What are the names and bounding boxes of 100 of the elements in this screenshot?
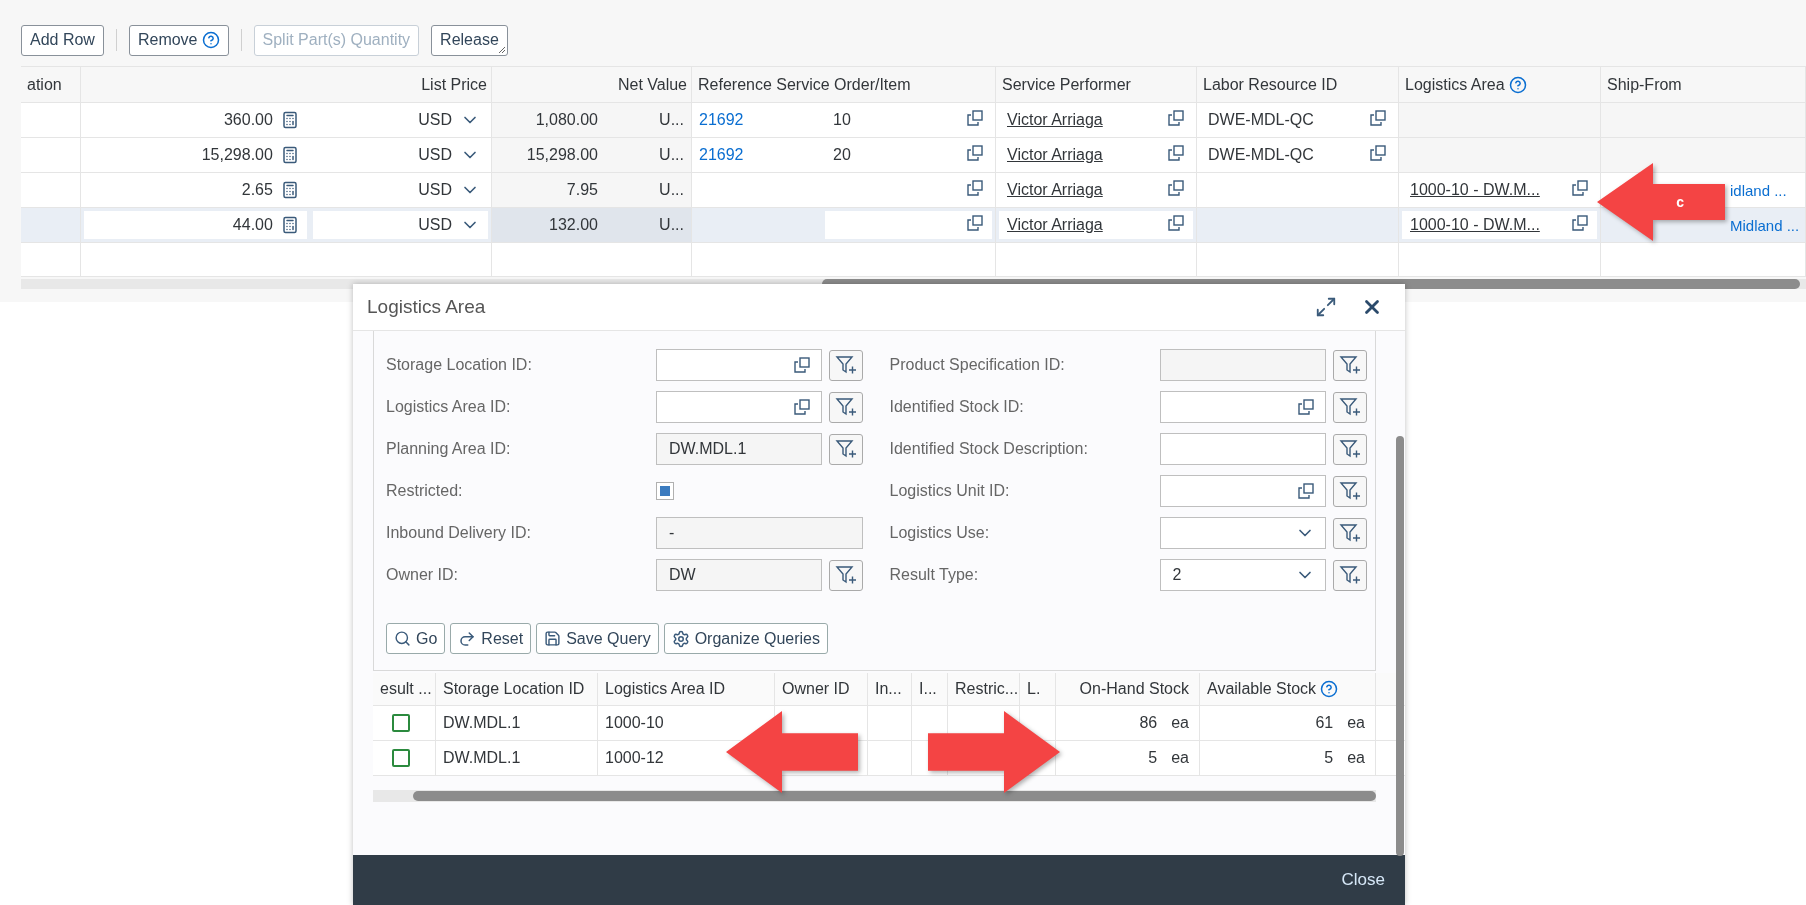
logistics-area-link[interactable]: 1000-10 - DW.M...	[1410, 216, 1540, 234]
input-field[interactable]	[1159, 433, 1326, 465]
currency-dropdown[interactable]: USD	[312, 211, 488, 239]
value-help-icon[interactable]	[966, 179, 984, 197]
performer-link[interactable]: Victor Arriaga	[1007, 181, 1103, 199]
table-row[interactable]: 44.00 USD 132.00 U... Victor Arriaga 1000-10 - DW.M... Midland ...	[21, 208, 1806, 243]
value-help-icon[interactable]	[793, 356, 811, 374]
calculator-icon	[280, 216, 299, 234]
add-filter-icon	[1338, 480, 1361, 502]
add-filter-icon	[1338, 354, 1361, 376]
filter-button[interactable]	[829, 391, 863, 423]
column-header: Restric...	[955, 680, 1019, 698]
filter-button[interactable]	[1332, 391, 1367, 423]
query-button[interactable]: Go	[386, 623, 446, 654]
currency-dropdown[interactable]: USD	[312, 141, 488, 169]
logistics-area-field[interactable]: 1000-10 - DW.M...	[1402, 176, 1597, 204]
input-field[interactable]	[656, 391, 822, 423]
value-help-icon[interactable]	[966, 214, 984, 232]
filter-button[interactable]	[829, 559, 863, 591]
corner-icon	[498, 46, 505, 53]
help-icon[interactable]	[1508, 75, 1527, 94]
calculator-icon	[280, 181, 299, 199]
labor-resource-field[interactable]: DWE-MDL-QC	[1200, 106, 1395, 134]
scrollbar-thumb[interactable]	[413, 791, 1376, 801]
value-help-icon[interactable]	[793, 398, 811, 416]
filter-button[interactable]	[1332, 349, 1367, 381]
result-checkbox[interactable]	[392, 749, 410, 767]
performer-field[interactable]: Victor Arriaga	[999, 211, 1193, 239]
order-link[interactable]: 21692	[699, 111, 744, 128]
value-help-icon[interactable]	[1571, 214, 1589, 232]
currency-dropdown[interactable]: USD	[312, 176, 488, 204]
value-help-icon[interactable]	[966, 144, 984, 162]
value-help-icon[interactable]	[1167, 109, 1185, 127]
add-filter-icon	[1338, 522, 1361, 544]
filter-button[interactable]	[1332, 559, 1367, 591]
field-label: Logistics Area ID:	[386, 398, 512, 416]
query-button[interactable]: Reset	[450, 623, 532, 654]
currency-dropdown[interactable]: USD	[312, 106, 488, 134]
add-filter-icon	[1338, 564, 1361, 586]
query-button[interactable]: Save Query	[536, 623, 659, 654]
labor-resource-field[interactable]: DWE-MDL-QC	[1200, 141, 1395, 169]
item-field[interactable]: 20	[825, 141, 992, 169]
net-value-text: 1,080.00	[535, 111, 598, 129]
performer-field[interactable]: Victor Arriaga	[999, 176, 1193, 204]
query-button[interactable]: Organize Queries	[663, 623, 828, 654]
logistics-area-field[interactable]: 1000-10 - DW.M...	[1402, 211, 1597, 239]
field-label: Storage Location ID:	[386, 356, 533, 374]
input-field[interactable]	[1159, 475, 1326, 507]
value-help-icon[interactable]	[1571, 179, 1589, 197]
toolbar-button[interactable]: Add Row	[21, 24, 104, 56]
value-help-icon[interactable]	[1296, 482, 1315, 500]
filter-button[interactable]	[1332, 433, 1367, 465]
restricted-checkbox[interactable]	[656, 482, 674, 500]
value-help-icon[interactable]	[1167, 144, 1185, 162]
expand-icon[interactable]	[1315, 296, 1337, 318]
filter-button[interactable]	[829, 433, 863, 465]
table-row[interactable]: 15,298.00 USD 15,298.00 U... 21692 20 Victor Arriaga DWE-MDL-QC	[21, 138, 1806, 173]
input-field[interactable]	[1159, 391, 1326, 423]
dropdown-field[interactable]: 2	[1159, 559, 1326, 591]
performer-link[interactable]: Victor Arriaga	[1007, 111, 1103, 129]
order-link[interactable]: 21692	[699, 146, 744, 163]
toolbar-button[interactable]: Release	[431, 24, 508, 56]
amount-field[interactable]: 360.00	[84, 106, 307, 134]
column-header: L.	[1027, 680, 1041, 698]
field-label: Inbound Delivery ID:	[386, 524, 532, 542]
value-help-icon[interactable]	[1296, 398, 1315, 416]
value-help-icon[interactable]	[1167, 214, 1185, 232]
value-help-icon[interactable]	[1369, 144, 1387, 162]
performer-link[interactable]: Victor Arriaga	[1007, 146, 1103, 164]
performer-field[interactable]: Victor Arriaga	[999, 141, 1193, 169]
input-field[interactable]	[656, 349, 822, 381]
amount-field[interactable]: 2.65	[84, 176, 307, 204]
ship-from-link[interactable]: Midland ...	[1730, 216, 1800, 234]
scrollbar-thumb[interactable]	[1396, 436, 1404, 856]
filter-button[interactable]	[1332, 475, 1367, 507]
logistics-area-link[interactable]: 1000-10 - DW.M...	[1410, 181, 1540, 199]
item-field[interactable]: 10	[825, 106, 992, 134]
toolbar-button[interactable]: Remove	[128, 24, 229, 56]
value-help-icon[interactable]	[1369, 109, 1387, 127]
help-icon[interactable]	[201, 31, 220, 49]
dropdown-field[interactable]	[1159, 517, 1326, 549]
item-field[interactable]	[825, 211, 992, 239]
column-header: Reference Service Order/Item	[698, 75, 911, 94]
value-help-icon[interactable]	[966, 109, 984, 127]
result-checkbox[interactable]	[392, 714, 410, 732]
performer-link[interactable]: Victor Arriaga	[1007, 216, 1103, 234]
ship-from-link[interactable]: idland ...	[1730, 181, 1787, 199]
amount-field[interactable]: 44.00	[84, 211, 307, 239]
value-help-icon[interactable]	[1167, 179, 1185, 197]
performer-field[interactable]: Victor Arriaga	[999, 106, 1193, 134]
column-header: Logistics Area ID	[605, 680, 726, 698]
column-header: Owner ID	[782, 680, 850, 698]
close-button[interactable]: Close	[1335, 869, 1391, 891]
table-row[interactable]: 360.00 USD 1,080.00 U... 21692 10 Victor Arriaga DWE-MDL-QC	[21, 103, 1806, 138]
help-icon[interactable]	[1320, 680, 1339, 698]
filter-button[interactable]	[1332, 517, 1367, 549]
amount-field[interactable]: 15,298.00	[84, 141, 307, 169]
unit-text: U...	[659, 146, 684, 163]
cell-text: 86	[1139, 714, 1158, 732]
filter-button[interactable]	[829, 349, 863, 381]
